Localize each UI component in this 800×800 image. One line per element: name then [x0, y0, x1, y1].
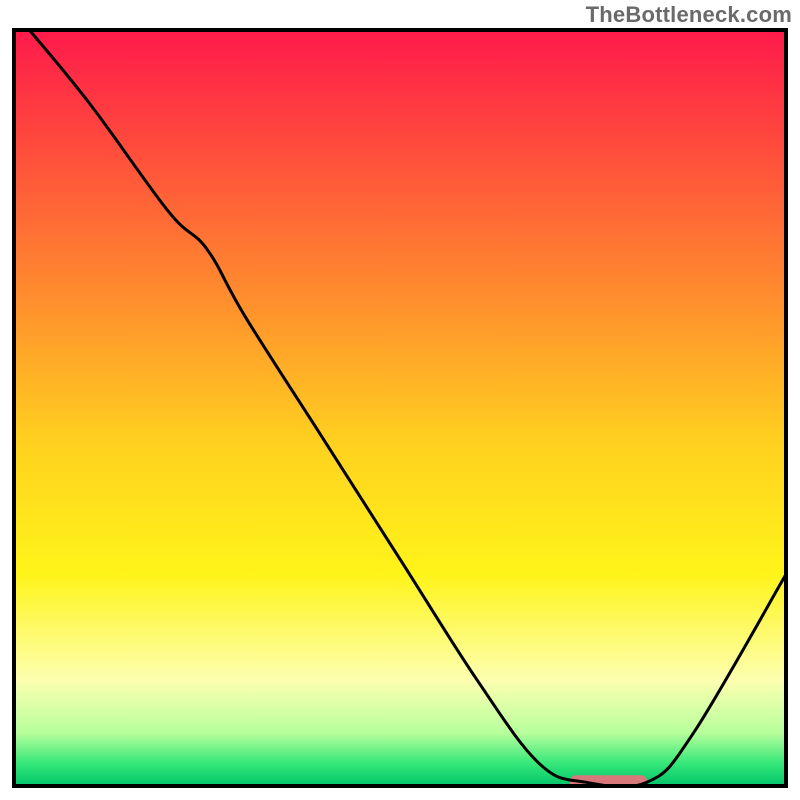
chart-container: TheBottleneck.com — [0, 0, 800, 800]
watermark-text: TheBottleneck.com — [586, 2, 792, 28]
gradient-background — [14, 30, 786, 786]
bottleneck-chart — [0, 0, 800, 800]
